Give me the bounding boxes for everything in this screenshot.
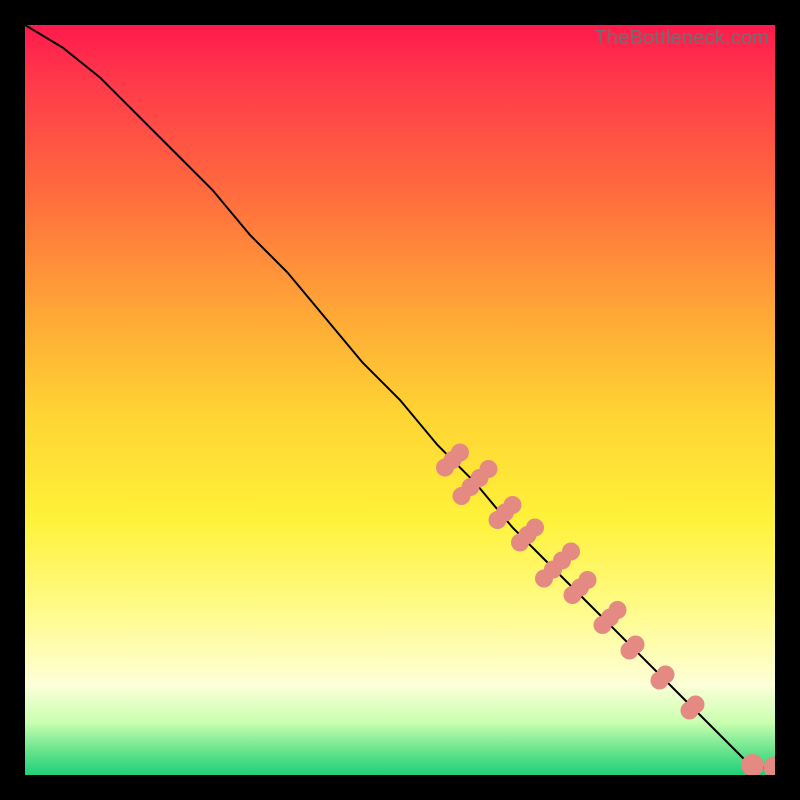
data-point [657, 666, 675, 684]
chart-overlay-svg [25, 25, 775, 775]
chart-end-points [741, 754, 775, 775]
data-point [451, 444, 469, 462]
data-point [562, 543, 580, 561]
data-point [609, 601, 627, 619]
data-point [579, 571, 597, 589]
chart-plot-area: TheBottleneck.com [25, 25, 775, 775]
data-point [627, 636, 645, 654]
data-point [480, 460, 498, 478]
data-point [504, 496, 522, 514]
data-point [526, 519, 544, 537]
chart-stage: TheBottleneck.com [0, 0, 800, 800]
data-point [741, 754, 764, 775]
data-point [764, 756, 775, 775]
chart-data-points [436, 444, 705, 720]
data-point [687, 696, 705, 714]
chart-curve [25, 25, 775, 768]
